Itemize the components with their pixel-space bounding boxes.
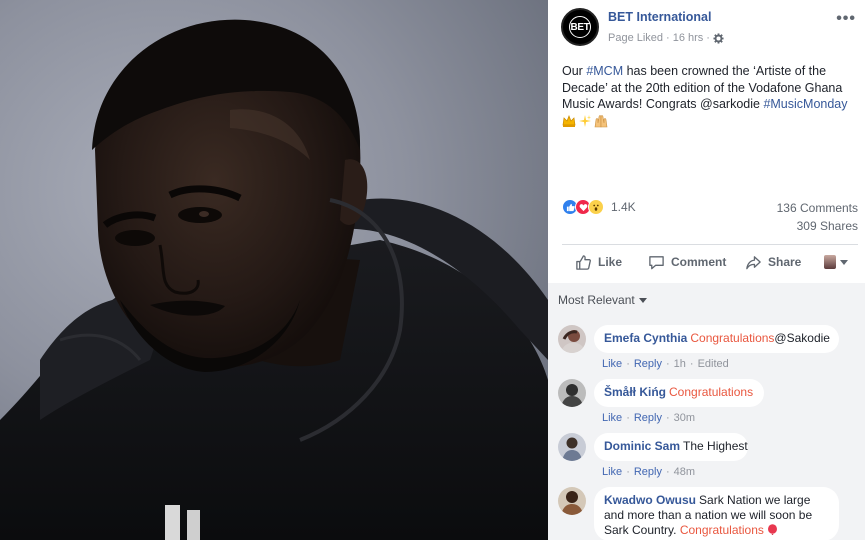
page-avatar[interactable]: BET [561, 8, 599, 46]
post-photo[interactable] [0, 0, 548, 540]
crown-icon [562, 114, 576, 127]
hashtag-musicmonday[interactable]: #MusicMonday [763, 97, 847, 111]
comment-like-link[interactable]: Like [602, 358, 622, 370]
comment-author[interactable]: Šmåłł Kińg [604, 385, 666, 399]
comment-bubble: Kwadwo Owusu Sark Nation we large and mor… [594, 487, 839, 540]
chevron-down-icon [638, 297, 647, 303]
page-meta: Page Liked · 16 hrs · [608, 32, 724, 44]
emoji-row [562, 114, 857, 128]
wow-reaction-icon [588, 199, 604, 215]
comment-reply-link[interactable]: Reply [634, 412, 662, 424]
commenter-avatar[interactable] [558, 379, 586, 407]
comment-highlight: Congratulations [669, 385, 754, 399]
comment-actions: Like · Reply · 30m [602, 412, 696, 424]
comment-highlight: Congratulations [690, 331, 775, 345]
comment-bubble: Dominic Sam The Highest [594, 433, 748, 461]
post-header: BET BET International Page Liked · 16 hr… [561, 8, 861, 48]
comment-text: @Sakodie [774, 331, 830, 345]
comments-section: Most Relevant Emefa Cynthia Congratulatio… [548, 283, 865, 540]
comment-reply-link[interactable]: Reply [634, 358, 662, 370]
comment-highlight: Congratulations [679, 523, 764, 537]
comment-sort-dropdown[interactable]: Most Relevant [558, 293, 647, 307]
hashtag-mcm[interactable]: #MCM [586, 64, 623, 78]
comment-button[interactable]: Comment [648, 254, 726, 271]
post-panel: BET BET International Page Liked · 16 hr… [548, 0, 865, 540]
chevron-down-icon [840, 259, 848, 265]
comment-reply-link[interactable]: Reply [634, 466, 662, 478]
post-actions: Like Comment Share [562, 249, 858, 275]
sort-label: Most Relevant [558, 293, 635, 307]
post-text: Our #MCM has been crowned the ‘Artiste o… [562, 63, 857, 128]
commenter-avatar[interactable] [558, 325, 586, 353]
comment-bubble: Šmåłł Kińg Congratulations [594, 379, 764, 407]
comment-like-link[interactable]: Like [602, 412, 622, 424]
more-options-icon[interactable]: ••• [836, 10, 856, 28]
avatar-ring [569, 16, 591, 38]
comments-count[interactable]: 136 Comments [777, 201, 858, 215]
balloon-icon [768, 524, 778, 535]
thumbs-up-icon [576, 254, 591, 270]
divider [562, 244, 858, 245]
comment-time[interactable]: 1h [674, 358, 686, 370]
share-arrow-icon [746, 255, 761, 269]
commenter-avatar[interactable] [558, 433, 586, 461]
like-button[interactable]: Like [575, 254, 622, 271]
share-button[interactable]: Share [745, 254, 801, 271]
comment-time[interactable]: 30m [674, 412, 695, 424]
page-name[interactable]: BET International [608, 10, 711, 24]
post-time[interactable]: 16 hrs [673, 32, 704, 44]
reactions-count[interactable]: 1.4K [611, 200, 636, 214]
page-liked-label[interactable]: Page Liked [608, 32, 663, 44]
shares-count[interactable]: 309 Shares [797, 219, 858, 233]
comment-like-link[interactable]: Like [602, 466, 622, 478]
sparkles-icon [579, 114, 591, 127]
post-as-selector[interactable] [824, 255, 848, 269]
meta-separator: · [706, 32, 710, 44]
comment-author[interactable]: Emefa Cynthia [604, 331, 687, 345]
comment-actions: Like · Reply · 48m [602, 466, 696, 478]
comment-label: Comment [671, 255, 727, 269]
commenter-avatar[interactable] [558, 487, 586, 515]
post-stats: 1.4K 136 Comments 309 Shares [562, 196, 858, 236]
meta-separator: · [666, 32, 670, 44]
comment-time[interactable]: 48m [674, 466, 695, 478]
like-label: Like [598, 255, 623, 269]
viewer-avatar [824, 255, 836, 269]
comment-author[interactable]: Dominic Sam [604, 439, 680, 453]
raised-hands-icon [594, 114, 608, 127]
post-text-part: Our [562, 64, 587, 78]
comment-text: The Highest [683, 439, 748, 453]
portrait-illustration [0, 19, 548, 540]
share-label: Share [768, 255, 802, 269]
reactions-summary[interactable]: 1.4K [562, 199, 636, 215]
comment-author[interactable]: Kwadwo Owusu [604, 493, 696, 507]
comment-bubble: Emefa Cynthia Congratulations@Sakodie [594, 325, 839, 353]
settings-gear-icon[interactable] [713, 32, 724, 44]
comment-edited[interactable]: Edited [698, 358, 729, 370]
comment-bubble-icon [649, 255, 664, 269]
comment-actions: Like · Reply · 1h · Edited [602, 358, 729, 370]
